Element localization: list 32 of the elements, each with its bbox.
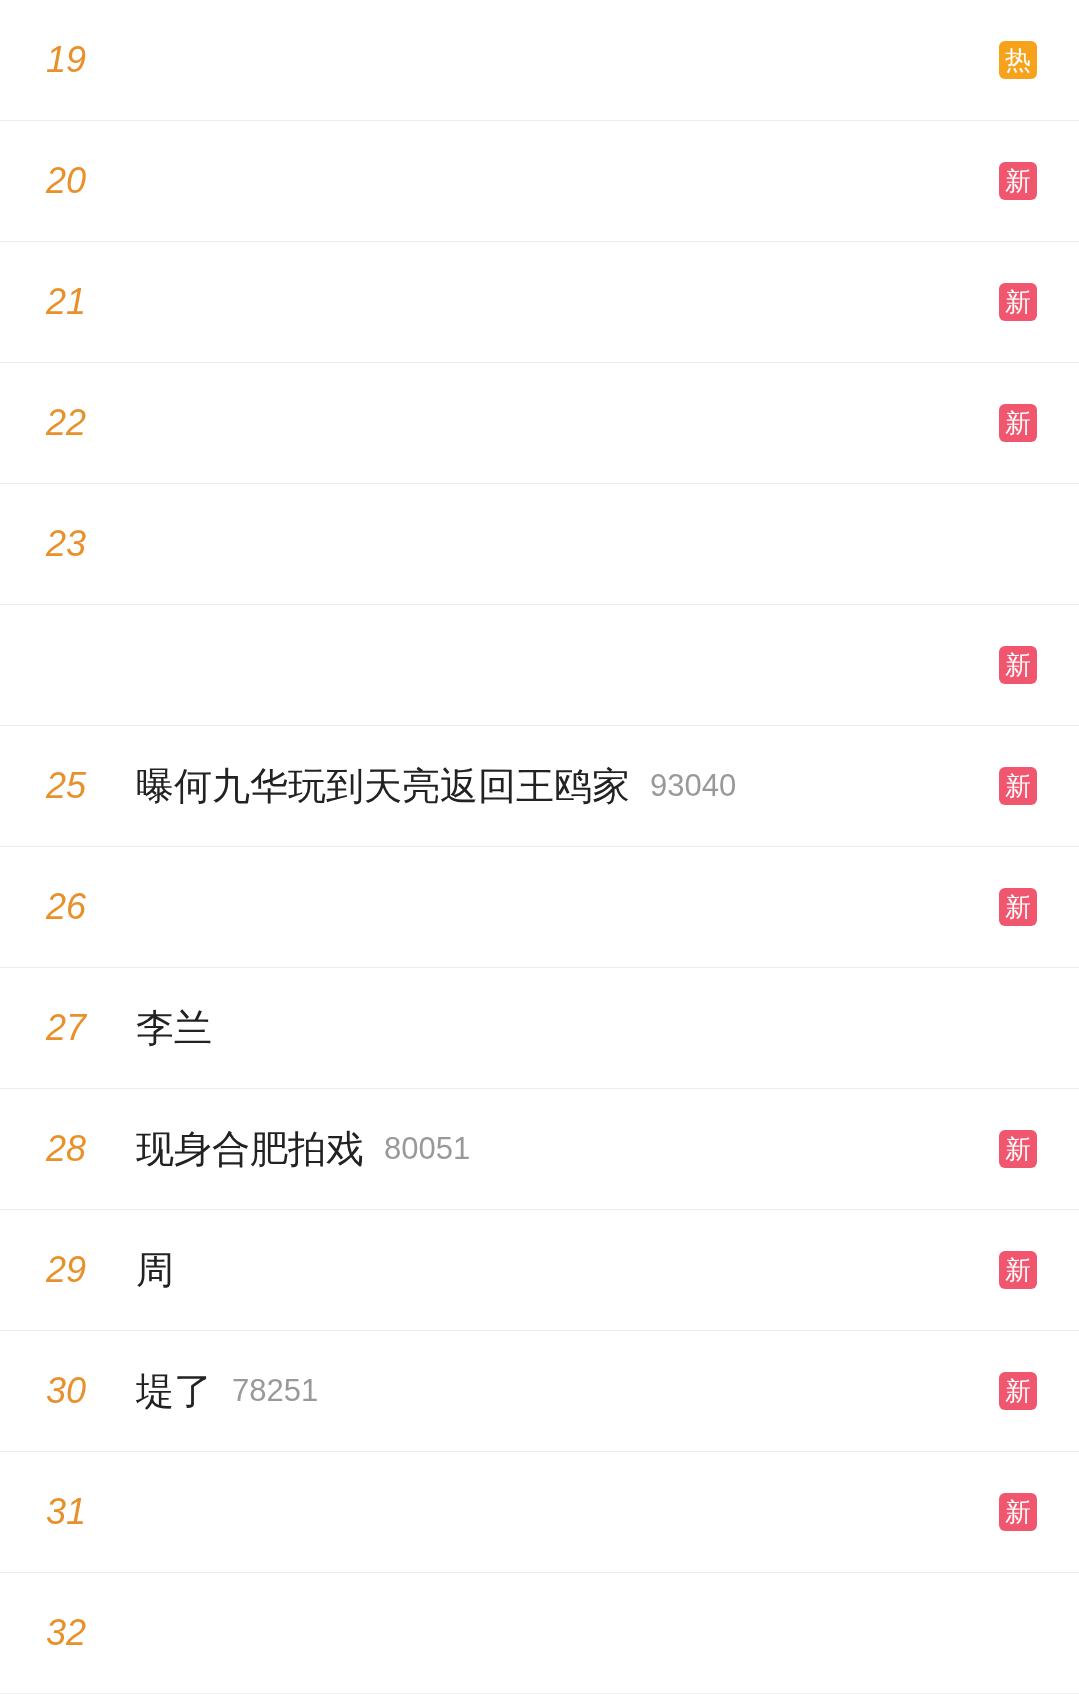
rank-number: 27 [46, 1007, 87, 1049]
topic-title[interactable]: 曝何九华玩到天亮返回王鸥家 [136, 760, 630, 812]
rank-number: 23 [46, 523, 87, 565]
new-badge: 新 [999, 1372, 1037, 1410]
rank-number: 26 [46, 886, 87, 928]
heat-count: 80051 [384, 1131, 471, 1167]
rank-number: 19 [46, 39, 87, 81]
rank-number: 32 [46, 1612, 87, 1654]
rank-number: 28 [46, 1128, 87, 1170]
rank-number: 30 [46, 1370, 87, 1412]
topic-title[interactable]: 堤了 [136, 1365, 212, 1417]
new-badge: 新 [999, 1251, 1037, 1289]
new-badge: 新 [999, 162, 1037, 200]
rank-number: 20 [46, 160, 87, 202]
new-badge: 新 [999, 404, 1037, 442]
topic-title[interactable]: 李兰 [136, 1002, 212, 1054]
rank-number: 25 [46, 765, 87, 807]
rank-number: 22 [46, 402, 87, 444]
topic-title[interactable]: 现身合肥拍戏 [136, 1123, 364, 1175]
new-badge: 新 [999, 1130, 1037, 1168]
rank-number: 31 [46, 1491, 87, 1533]
topic-title[interactable]: 周 [136, 1244, 174, 1296]
rank-number: 29 [46, 1249, 87, 1291]
heat-count: 93040 [650, 768, 737, 804]
hot-badge: 热 [999, 41, 1037, 79]
new-badge: 新 [999, 888, 1037, 926]
new-badge: 新 [999, 646, 1037, 684]
new-badge: 新 [999, 283, 1037, 321]
new-badge: 新 [999, 1493, 1037, 1531]
rank-number: 21 [46, 281, 87, 323]
heat-count: 78251 [232, 1373, 319, 1409]
new-badge: 新 [999, 767, 1037, 805]
